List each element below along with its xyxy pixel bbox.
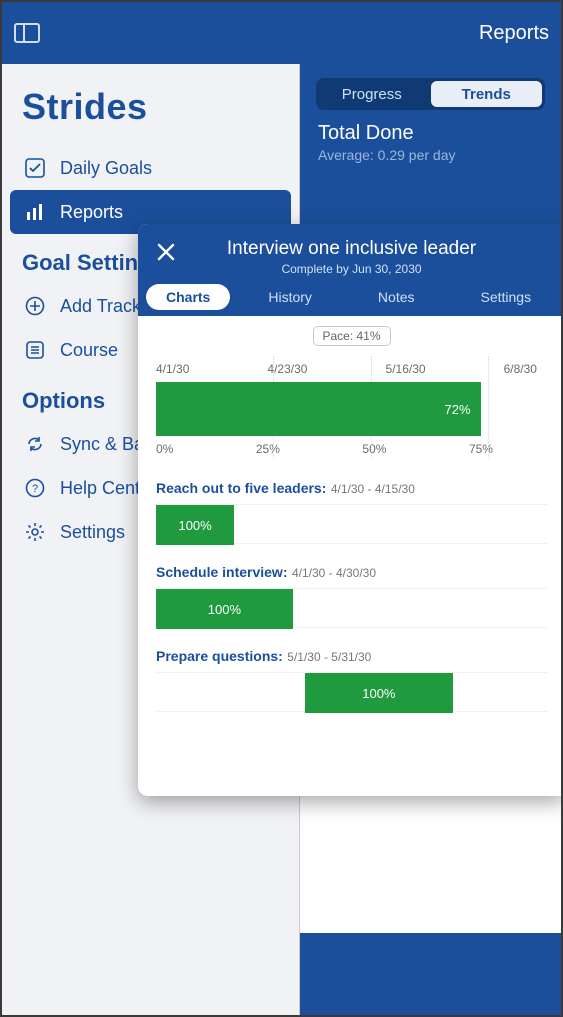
subgoal-title: Reach out to five leaders: bbox=[156, 480, 326, 496]
subgoal-track: 100% bbox=[156, 672, 547, 712]
subgoal-prepare: Prepare questions: 5/1/30 - 5/31/30 100% bbox=[156, 648, 547, 712]
modal-subtitle: Complete by Jun 30, 2030 bbox=[138, 262, 563, 276]
tick-pct: 50% bbox=[362, 442, 386, 456]
subgoal-value: 100% bbox=[178, 518, 211, 533]
timeline-track: 72% bbox=[156, 382, 547, 436]
subgoal-track: 100% bbox=[156, 504, 547, 544]
subgoal-bar: 100% bbox=[305, 673, 454, 713]
app-frame: Reports Strides Daily Goals Reports Goal… bbox=[0, 0, 563, 1017]
modal-tabs: Charts History Notes Settings bbox=[146, 284, 563, 310]
tab-charts[interactable]: Charts bbox=[146, 284, 230, 310]
subgoal-schedule: Schedule interview: 4/1/30 - 4/30/30 100… bbox=[156, 564, 547, 628]
pace-pill: Pace: 41% bbox=[313, 326, 391, 346]
subgoal-title: Prepare questions: bbox=[156, 648, 283, 664]
subgoal-bar: 100% bbox=[156, 505, 234, 545]
close-icon[interactable] bbox=[154, 240, 178, 264]
tab-settings[interactable]: Settings bbox=[461, 284, 552, 310]
subgoal-dates: 5/1/30 - 5/31/30 bbox=[287, 650, 371, 664]
modal-header: Interview one inclusive leader Complete … bbox=[138, 224, 563, 316]
overall-progress-bar: 72% bbox=[156, 382, 481, 436]
subgoal-bar: 100% bbox=[156, 589, 293, 629]
subgoal-value: 100% bbox=[208, 602, 241, 617]
tick-pct: 75% bbox=[469, 442, 493, 456]
modal-title: Interview one inclusive leader bbox=[138, 224, 563, 260]
modal-body: Pace: 41% 4/1/30 4/23/30 5/16/30 6/8/30 … bbox=[138, 316, 563, 796]
subgoal-track: 100% bbox=[156, 588, 547, 628]
goal-modal: Interview one inclusive leader Complete … bbox=[138, 224, 563, 796]
subgoal-dates: 4/1/30 - 4/30/30 bbox=[292, 566, 376, 580]
tick-pct: 0% bbox=[156, 442, 173, 456]
subgoal-reach-out: Reach out to five leaders: 4/1/30 - 4/15… bbox=[156, 480, 547, 544]
subgoal-title: Schedule interview: bbox=[156, 564, 287, 580]
tick-date: 5/16/30 bbox=[386, 362, 426, 376]
tab-notes[interactable]: Notes bbox=[358, 284, 435, 310]
tick-date: 6/8/30 bbox=[504, 362, 537, 376]
overall-progress-value: 72% bbox=[444, 402, 470, 417]
tick-pct: 25% bbox=[256, 442, 280, 456]
tick-date: 4/1/30 bbox=[156, 362, 189, 376]
tab-history[interactable]: History bbox=[248, 284, 332, 310]
subgoal-dates: 4/1/30 - 4/15/30 bbox=[331, 482, 415, 496]
overall-timeline: 4/1/30 4/23/30 5/16/30 6/8/30 72% bbox=[156, 356, 547, 460]
subgoal-value: 100% bbox=[362, 686, 395, 701]
